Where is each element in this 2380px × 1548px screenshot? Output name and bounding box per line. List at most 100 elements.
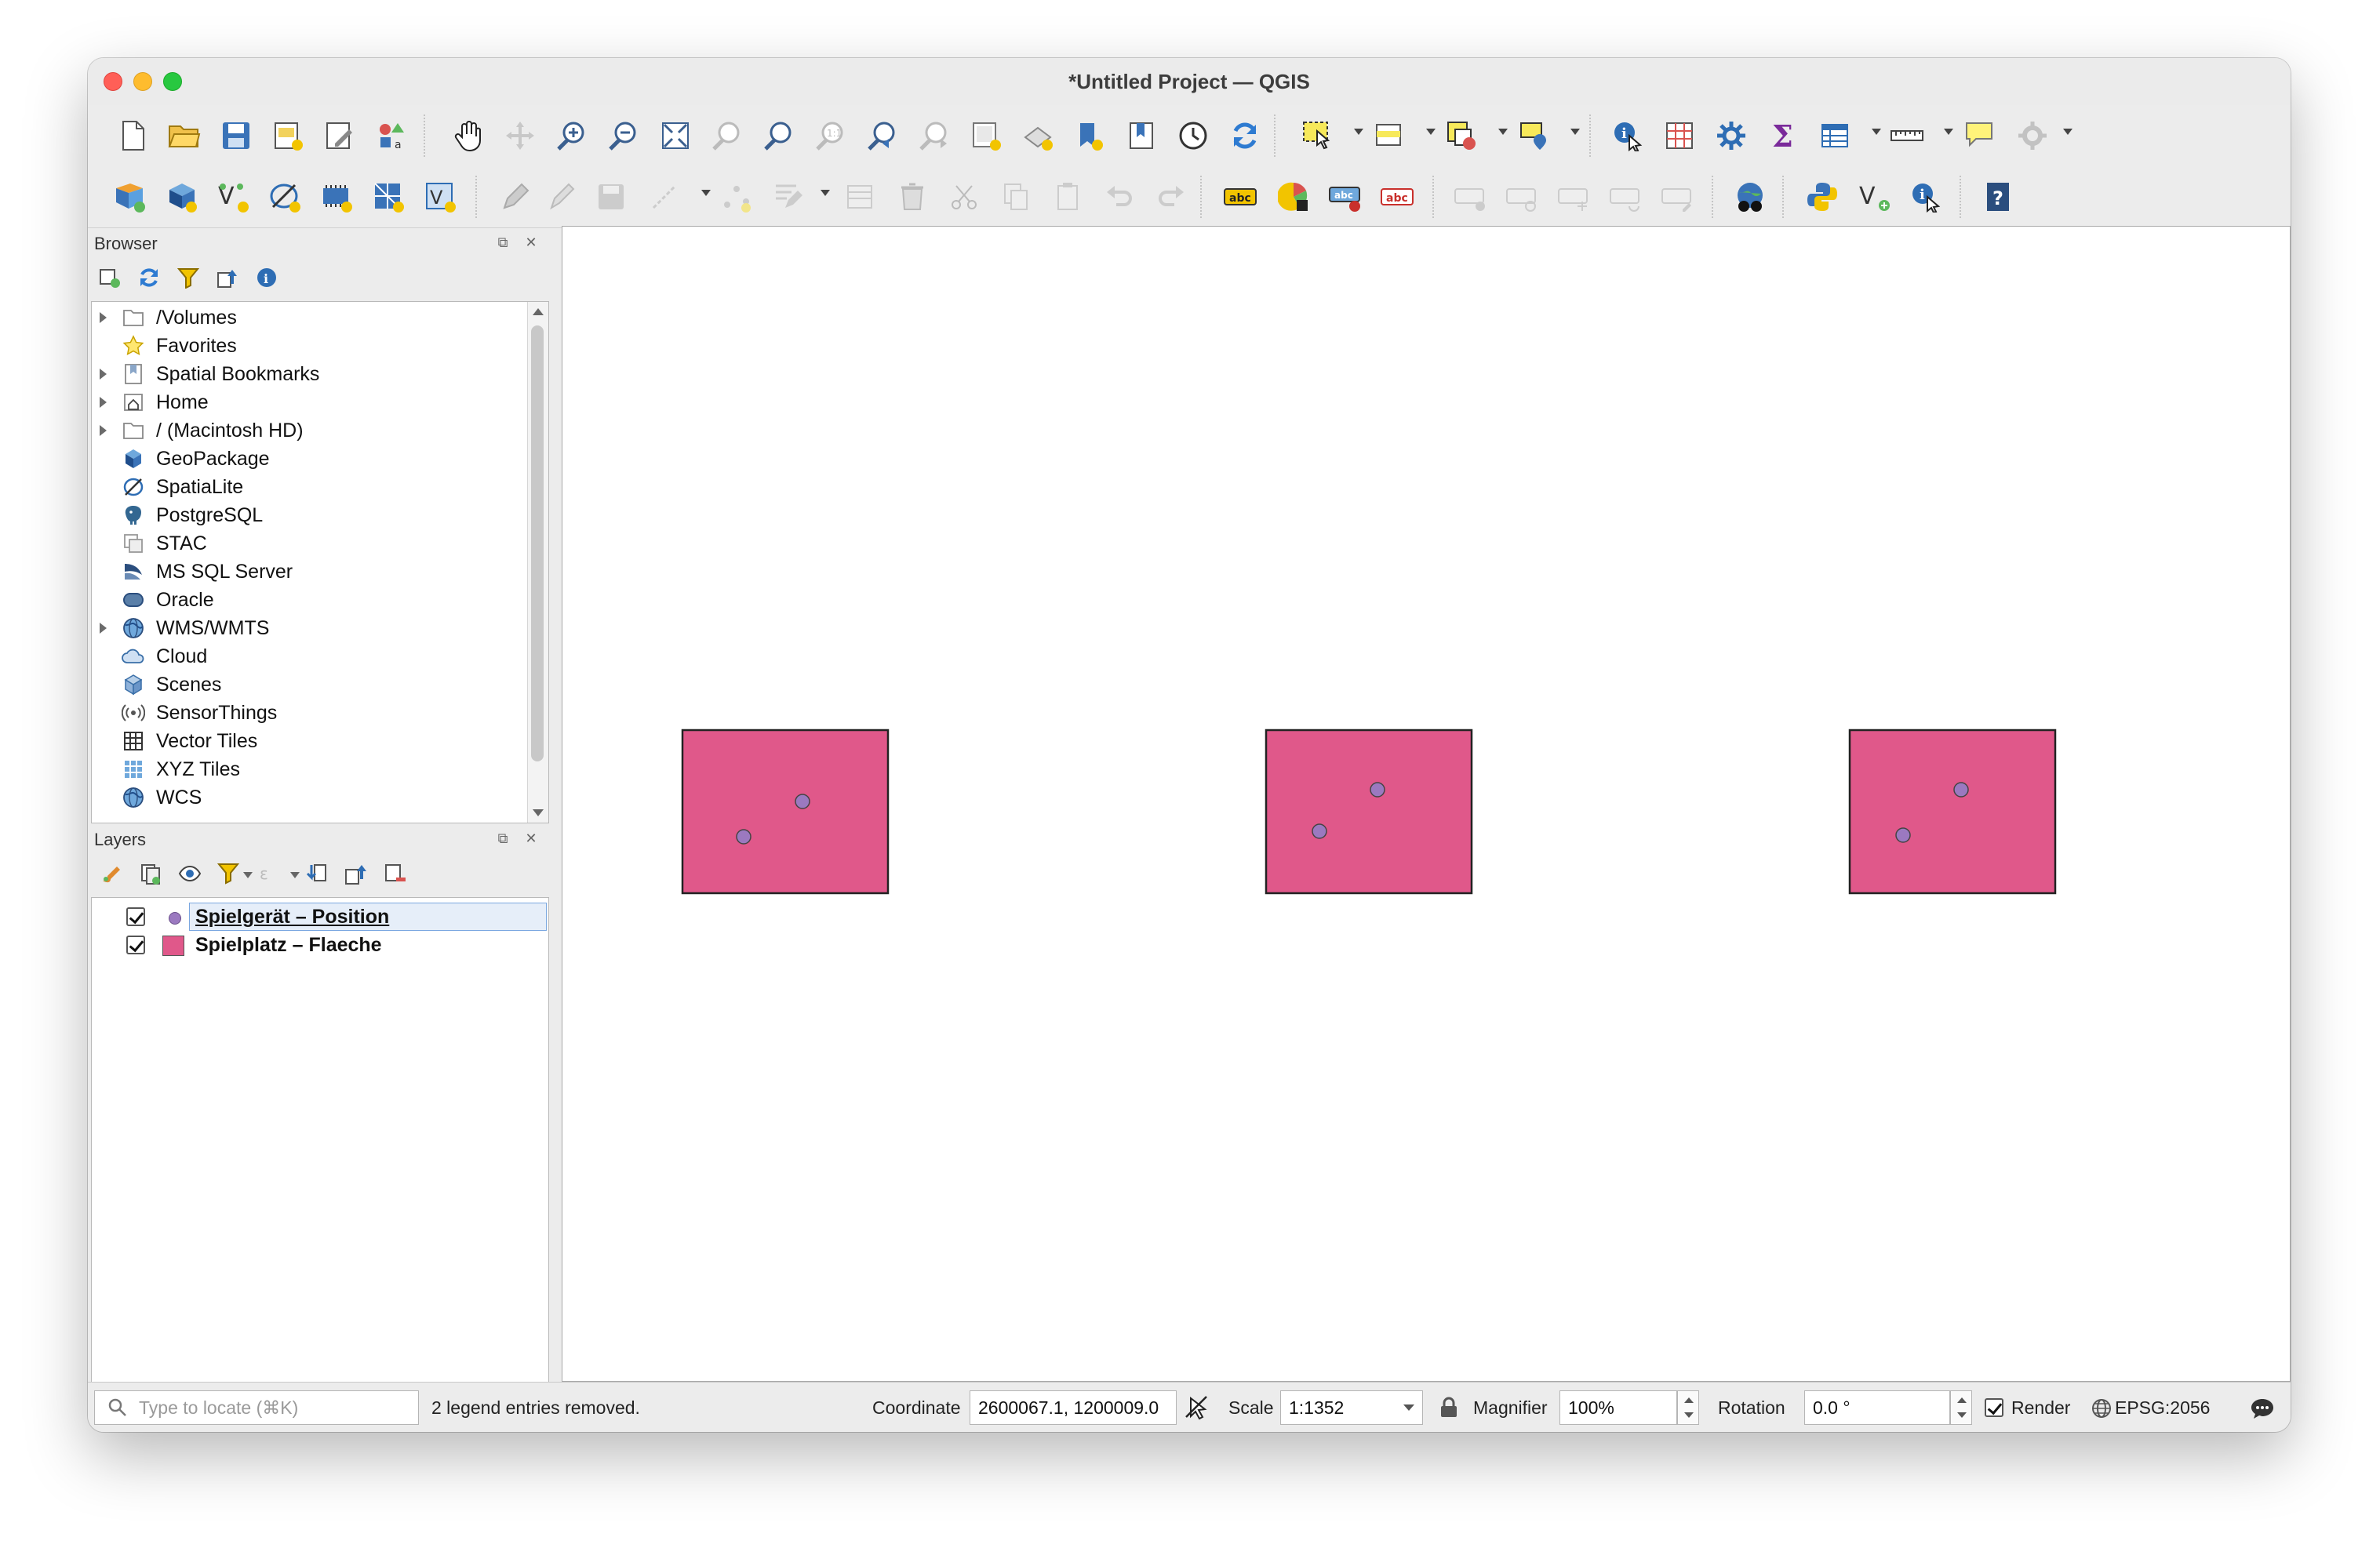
- info-icon[interactable]: i: [254, 265, 279, 290]
- new-spatialite-layer-icon[interactable]: [267, 179, 303, 215]
- filter-icon[interactable]: [176, 265, 201, 290]
- label-toolbar-icon[interactable]: abc: [1222, 179, 1258, 215]
- scroll-up-arrow[interactable]: [533, 308, 544, 315]
- close-icon[interactable]: ✕: [524, 831, 538, 845]
- browser-item[interactable]: SpatiaLite: [92, 473, 531, 501]
- coordinate-field[interactable]: 2600067.1, 1200009.0: [970, 1390, 1177, 1425]
- map-tips-icon[interactable]: [1961, 118, 1997, 154]
- diagram-options-icon[interactable]: [1276, 179, 1312, 215]
- filter-legend-icon[interactable]: [217, 861, 242, 886]
- browser-item[interactable]: WCS: [92, 783, 531, 812]
- save-layer-edits-icon[interactable]: [593, 179, 629, 215]
- undock-icon[interactable]: ⧉: [496, 831, 510, 845]
- chevron-down-icon[interactable]: [1403, 1404, 1414, 1411]
- render-checkbox[interactable]: [1985, 1398, 2003, 1417]
- expand-arrow-icon[interactable]: [100, 312, 107, 323]
- identify-plugin-icon[interactable]: i: [1908, 179, 1944, 215]
- chevron-down-icon[interactable]: [1498, 129, 1508, 135]
- equipment-point[interactable]: [736, 829, 751, 845]
- rotation-field[interactable]: 0.0 °: [1804, 1390, 1950, 1425]
- open-project-icon[interactable]: [166, 118, 202, 154]
- equipment-point[interactable]: [1370, 782, 1385, 798]
- new-geopackage-layer-icon[interactable]: [163, 179, 199, 215]
- new-temporary-layer-icon[interactable]: [318, 179, 355, 215]
- playground-polygon[interactable]: [681, 729, 890, 895]
- refresh-icon[interactable]: [1227, 118, 1263, 154]
- measure-line-icon[interactable]: [1889, 118, 1925, 154]
- temporal-controller-icon[interactable]: [1175, 118, 1211, 154]
- browser-item[interactable]: GeoPackage: [92, 445, 531, 473]
- zoom-to-layer-icon[interactable]: [761, 118, 797, 154]
- modify-attributes-icon[interactable]: [770, 179, 806, 215]
- crs-label[interactable]: EPSG:2056: [2115, 1383, 2210, 1432]
- scroll-thumb[interactable]: [531, 325, 544, 761]
- layer-visibility-checkbox[interactable]: [126, 936, 145, 954]
- scale-combobox[interactable]: 1:1352: [1280, 1390, 1423, 1425]
- equipment-point[interactable]: [1312, 823, 1327, 839]
- collapse-all-icon[interactable]: [344, 861, 369, 886]
- identify-features-icon[interactable]: i: [1610, 118, 1646, 154]
- filter-by-expression-icon[interactable]: ε: [257, 861, 282, 886]
- new-bookmark-icon[interactable]: [1072, 118, 1108, 154]
- refresh-icon[interactable]: [136, 265, 162, 290]
- select-by-attribute-icon[interactable]: [1371, 118, 1407, 154]
- style-manager-icon[interactable]: a: [373, 118, 409, 154]
- expand-arrow-icon[interactable]: [100, 397, 107, 408]
- select-features-icon[interactable]: [1299, 118, 1335, 154]
- vector-plugin-icon[interactable]: V: [1856, 179, 1892, 215]
- equipment-point[interactable]: [1895, 827, 1911, 843]
- chevron-down-icon[interactable]: [821, 190, 830, 196]
- toggle-editing-icon[interactable]: [543, 179, 579, 215]
- copy-features-icon[interactable]: [998, 179, 1034, 215]
- browser-item[interactable]: /Volumes: [92, 303, 531, 332]
- zoom-next-icon[interactable]: [916, 118, 952, 154]
- add-group-icon[interactable]: [138, 861, 163, 886]
- zoom-in-icon[interactable]: [554, 118, 590, 154]
- field-calculator-icon[interactable]: [1661, 118, 1698, 154]
- zoom-out-icon[interactable]: [606, 118, 642, 154]
- browser-item[interactable]: SensorThings: [92, 699, 531, 727]
- zoom-native-resolution-icon[interactable]: 1:1: [813, 118, 849, 154]
- crs-globe-icon[interactable]: [2091, 1398, 2112, 1419]
- expand-arrow-icon[interactable]: [100, 369, 107, 380]
- settings-gear-icon[interactable]: [2014, 118, 2051, 154]
- new-print-layout-icon[interactable]: [270, 118, 306, 154]
- new-3d-map-view-icon[interactable]: [1020, 118, 1056, 154]
- new-project-icon[interactable]: [115, 118, 151, 154]
- zoom-last-icon[interactable]: [864, 118, 901, 154]
- rotate-label-icon[interactable]: [1608, 179, 1644, 215]
- chevron-down-icon[interactable]: [1872, 129, 1881, 135]
- browser-item[interactable]: WMS/WMTS: [92, 614, 531, 642]
- change-label-icon[interactable]: [1660, 179, 1696, 215]
- vertex-tool-icon[interactable]: [719, 179, 755, 215]
- move-label-2-icon[interactable]: [1556, 179, 1592, 215]
- browser-item[interactable]: / (Macintosh HD): [92, 416, 531, 445]
- scroll-down-arrow[interactable]: [533, 809, 544, 816]
- browser-item[interactable]: Scenes: [92, 670, 531, 699]
- current-edits-icon[interactable]: [497, 179, 533, 215]
- pan-map-icon[interactable]: [450, 118, 486, 154]
- add-selected-layers-icon[interactable]: [97, 265, 122, 290]
- chevron-down-icon[interactable]: [701, 190, 711, 196]
- scrollbar[interactable]: [527, 302, 548, 823]
- map-canvas[interactable]: [562, 226, 2291, 1382]
- playground-polygon[interactable]: [1265, 729, 1473, 895]
- show-hide-labels-icon[interactable]: [1505, 179, 1541, 215]
- help-icon[interactable]: ?: [1980, 179, 2016, 215]
- digitize-line-icon[interactable]: [646, 179, 682, 215]
- attribute-table-icon[interactable]: [1817, 118, 1853, 154]
- browser-item[interactable]: Favorites: [92, 332, 531, 360]
- toggle-extents-mouse-icon[interactable]: [1185, 1395, 1210, 1420]
- save-project-icon[interactable]: [218, 118, 254, 154]
- layer-visibility-checkbox[interactable]: [126, 907, 145, 926]
- browser-item[interactable]: MS SQL Server: [92, 558, 531, 586]
- browser-item[interactable]: STAC: [92, 529, 531, 558]
- chevron-down-icon[interactable]: [2063, 129, 2072, 135]
- messages-icon[interactable]: [2250, 1397, 2275, 1420]
- new-vector-tile-layer-icon[interactable]: V: [422, 179, 458, 215]
- browser-item[interactable]: Home: [92, 388, 531, 416]
- highlight-labels-icon[interactable]: abc: [1379, 179, 1415, 215]
- layer-row-flaeche[interactable]: Spielplatz – Flaeche: [92, 931, 548, 959]
- lock-scale-icon[interactable]: [1439, 1397, 1459, 1419]
- new-virtual-layer-icon[interactable]: [370, 179, 406, 215]
